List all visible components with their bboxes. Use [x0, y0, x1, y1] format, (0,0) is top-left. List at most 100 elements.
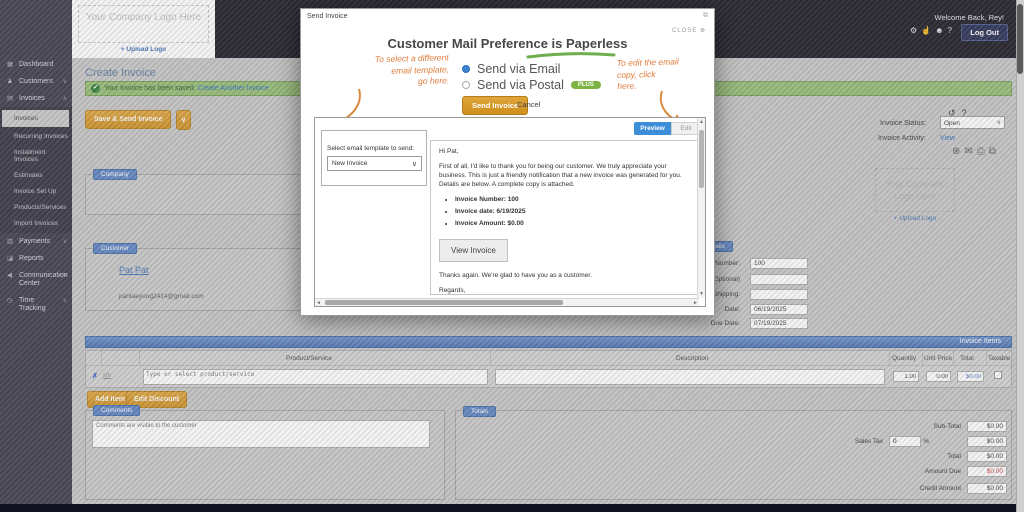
sidebar-item-invoices[interactable]: ▤ Invoices ∧	[0, 90, 72, 107]
company-logo-placeholder: Your Company Logo Here	[78, 5, 209, 43]
sidebar-item-reports[interactable]: ◪ Reports	[0, 250, 72, 267]
shipping-handling-link[interactable]: s/h	[103, 373, 111, 379]
email-body: First of all, I'd like to thank you for …	[439, 162, 693, 189]
total-value: $0.00	[967, 451, 1007, 462]
total-label: Total	[947, 453, 961, 460]
welcome-text: Welcome Back, Rey!	[935, 13, 1004, 22]
quantity-input[interactable]	[893, 371, 919, 382]
due-date-field[interactable]	[750, 318, 808, 329]
sidebar-item-customers[interactable]: ♟ Customers ∨	[0, 73, 72, 90]
email-closing: Thanks again. We're glad to have you as …	[439, 271, 693, 280]
thumbs-up-icon[interactable]: ☝	[921, 26, 935, 35]
sidebar-item-communication-center[interactable]: ◀ Communication Center ∨	[0, 267, 72, 292]
date-field[interactable]	[750, 304, 808, 315]
logout-button[interactable]: Log Out	[961, 24, 1008, 41]
preview-tab[interactable]: Preview	[634, 122, 671, 135]
sales-tax-input[interactable]	[889, 436, 921, 447]
customers-icon: ♟	[7, 78, 15, 86]
submenu-item-estimates[interactable]: Estimates	[0, 167, 72, 183]
send-via-postal-label: Send via Postal	[477, 78, 564, 92]
send-via-postal-option[interactable]: Send via Postal PLUS	[462, 78, 601, 92]
due-date-label: Due Date:	[711, 320, 740, 327]
scroll-down-icon[interactable]: ▼	[699, 291, 704, 297]
product-service-header: Product/Service	[286, 355, 332, 362]
printer-icon[interactable]: ⎙	[977, 146, 989, 157]
scroll-left-icon[interactable]: ◄	[316, 300, 321, 306]
product-service-input[interactable]	[143, 369, 488, 385]
unit-price-input[interactable]	[926, 371, 951, 382]
submenu-item-import-invoices[interactable]: Import Invoices	[0, 215, 72, 231]
sub-total-row: Sub-Total $0.00	[456, 421, 1013, 433]
invoice-activity-view-link[interactable]: View	[940, 135, 955, 142]
save-send-dropdown-button[interactable]: ∨	[176, 110, 191, 130]
cancel-link[interactable]: Cancel	[517, 100, 540, 109]
app-stage: ▦ Dashboard ♟ Customers ∨ ▤ Invoices ∧ I…	[0, 0, 1024, 512]
taxable-checkbox[interactable]	[994, 371, 1002, 379]
globe-icon[interactable]: ⊕	[952, 146, 964, 157]
shipping-field[interactable]	[750, 289, 808, 300]
submenu-item-invoice-set-up[interactable]: Invoice Set Up	[0, 183, 72, 199]
po-number-field[interactable]	[750, 274, 808, 285]
email-template-select[interactable]: New Invoice ∨	[327, 156, 422, 171]
sales-tax-label: Sales Tax	[855, 438, 883, 445]
totals-tag: Totals	[463, 406, 496, 417]
modal-title: Send Invoice	[307, 13, 347, 20]
chevron-down-icon: ∨	[63, 297, 67, 305]
gear-icon[interactable]: ⚙	[910, 26, 921, 35]
invoice-status-select[interactable]: Open ∨	[940, 116, 1005, 129]
scrollbar-thumb[interactable]	[699, 130, 704, 188]
description-header: Description	[676, 355, 709, 362]
totals-section: Sub-Total $0.00 Sales Tax % $0.00 Total …	[455, 410, 1012, 500]
scrollbar-thumb[interactable]	[325, 300, 563, 305]
customer-tag: Customer	[93, 243, 137, 254]
invoices-icon: ▤	[7, 95, 15, 103]
invoice-number-field[interactable]	[750, 258, 808, 269]
row-total-value	[957, 371, 984, 382]
page-scrollbar[interactable]	[1016, 0, 1024, 512]
modal-horizontal-scrollbar[interactable]: ◄ ►	[315, 298, 699, 306]
create-another-invoice-link[interactable]: Create Another Invoice	[198, 85, 269, 92]
sub-total-value: $0.00	[967, 421, 1007, 432]
devices-icon[interactable]: ⧉	[989, 146, 1000, 157]
chevron-down-icon: ∨	[997, 118, 1001, 129]
view-invoice-button[interactable]: View Invoice	[439, 239, 508, 262]
sidebar-item-label: Invoices	[19, 95, 45, 103]
scroll-up-icon[interactable]: ▲	[699, 119, 704, 125]
close-button[interactable]: CLOSE ⊗	[672, 27, 706, 34]
submenu-item-products-services[interactable]: Products/Services	[0, 199, 72, 215]
modal-body: Select email template to send: New Invoi…	[314, 117, 706, 307]
unit-price-header: Unit Price	[924, 355, 952, 362]
submenu-item-installment-invoices[interactable]: Installment Invoices	[0, 144, 72, 167]
close-icon: ⊗	[700, 28, 706, 34]
upload-logo-link[interactable]: + Upload Logo	[72, 46, 215, 53]
table-divider	[86, 365, 1011, 366]
sidebar-item-payments[interactable]: ▥ Payments ∨	[0, 233, 72, 250]
page-scrollbar-thumb[interactable]	[1017, 4, 1023, 74]
credit-amount-value: $0.00	[967, 483, 1007, 494]
save-and-send-invoice-button[interactable]: Save & Send Invoice	[85, 110, 171, 129]
scroll-right-icon[interactable]: ►	[693, 300, 698, 306]
invoice-upload-logo-link[interactable]: + Upload Logo	[875, 215, 955, 222]
description-input[interactable]	[495, 369, 885, 385]
envelope-icon[interactable]: ✉	[964, 146, 976, 157]
help-icon[interactable]: ?	[948, 26, 956, 35]
modal-vertical-scrollbar[interactable]: ▲ ▼	[697, 118, 705, 298]
send-via-email-option[interactable]: Send via Email	[462, 62, 560, 76]
sidebar-item-dashboard[interactable]: ▦ Dashboard	[0, 56, 72, 73]
remove-row-icon[interactable]: ✗	[92, 372, 98, 380]
submenu-item-invoices[interactable]: Invoices	[2, 110, 69, 127]
total-row: Total $0.00	[456, 451, 1013, 463]
invoice-items-header-bar: Invoice Items	[85, 336, 1012, 348]
plus-badge: PLUS	[571, 81, 601, 89]
user-icon[interactable]: ☻	[935, 26, 947, 35]
sidebar-item-label: Time Tracking	[19, 297, 62, 313]
sidebar-item-label: Customers	[19, 78, 53, 86]
submenu-item-recurring-invoices[interactable]: Recurring Invoices	[0, 128, 72, 144]
comments-input[interactable]	[92, 420, 430, 448]
email-signature: Regards,	[439, 286, 693, 295]
sidebar-item-time-tracking[interactable]: ◷ Time Tracking ∨	[0, 292, 72, 317]
annotation-right: To edit the email copy, click here.	[617, 56, 698, 93]
column-divider	[953, 351, 954, 365]
popout-icon[interactable]: ⧉	[703, 12, 708, 20]
topbar-icons: ⚙☝☻?	[910, 26, 956, 35]
